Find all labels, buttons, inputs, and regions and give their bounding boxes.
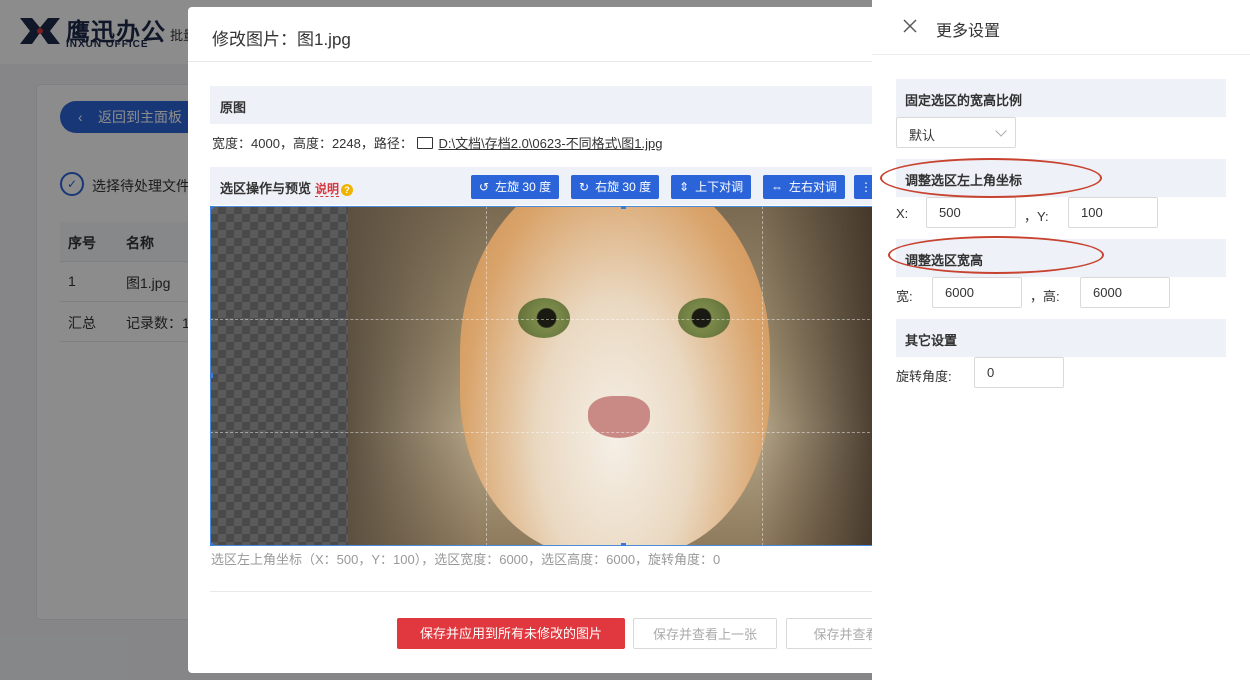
selection-width-input[interactable]: 6000 <box>932 277 1022 308</box>
width-label: 宽度： <box>212 136 252 151</box>
width-label: 宽: <box>896 289 913 304</box>
height-label: ，高度： <box>279 136 332 151</box>
flip-horizontal-button[interactable]: ⇔ 左右对调 <box>763 175 846 199</box>
selection-status: 选区左上角坐标（X：500，Y：100），选区宽度：6000，选区高度：6000… <box>211 552 721 567</box>
tool-label: 左旋 30 度 <box>495 180 552 194</box>
tool-label: 右旋 30 度 <box>595 180 652 194</box>
folder-icon[interactable] <box>416 137 433 149</box>
section-title: 其它设置 <box>905 333 958 348</box>
help-link[interactable]: 说明 <box>315 182 340 197</box>
height-label: ，高: <box>1030 289 1060 304</box>
resize-handle[interactable] <box>210 373 213 378</box>
divider <box>188 61 888 62</box>
preview-title: 选区操作与预览 <box>220 181 312 196</box>
rotation-label: 旋转角度: <box>896 369 952 384</box>
flip-vertical-button[interactable]: ⇕ 上下对调 <box>671 175 752 199</box>
edit-image-dialog: 修改图片：图1.jpg 原图 宽度：4000，高度：2248，路径： D:\文档… <box>188 7 888 673</box>
annotation-ellipse <box>880 158 1102 198</box>
other-section-header: 其它设置 <box>896 319 1226 357</box>
more-icon: ⋮ <box>860 180 872 194</box>
file-path-link[interactable]: D:\文档\存档2.0\0623-不同格式\图1.jpg <box>439 136 663 151</box>
select-value: 默认 <box>909 128 936 143</box>
tool-label: 上下对调 <box>695 180 744 194</box>
x-coordinate-input[interactable]: 500 <box>926 197 1016 228</box>
resize-handle[interactable] <box>621 543 626 546</box>
rotate-left-button[interactable]: ↺ 左旋 30 度 <box>471 175 560 199</box>
section-title: 选区操作与预览 说明? <box>220 178 354 197</box>
save-prev-button[interactable]: 保存并查看上一张 <box>633 618 777 649</box>
dialog-title: 修改图片：图1.jpg <box>212 30 351 49</box>
section-title: 原图 <box>220 100 247 115</box>
flip-horizontal-icon: ⇔ <box>771 180 783 194</box>
close-icon[interactable] <box>900 16 920 36</box>
resize-handle[interactable] <box>621 206 626 209</box>
aspect-ratio-select[interactable]: 默认 <box>896 117 1016 148</box>
resize-handle[interactable] <box>210 543 213 546</box>
original-section-header: 原图 <box>210 86 888 124</box>
annotation-ellipse <box>888 236 1104 274</box>
path-label: ，路径： <box>360 136 413 151</box>
crop-preview-canvas[interactable] <box>210 206 888 546</box>
flip-vertical-icon: ⇕ <box>679 180 690 194</box>
rotate-right-button[interactable]: ↻ 右旋 30 度 <box>571 175 660 199</box>
tool-label: 左右对调 <box>789 180 838 194</box>
selection-box[interactable] <box>210 206 888 546</box>
rotate-left-icon: ↺ <box>479 180 490 194</box>
divider <box>210 591 888 592</box>
save-apply-all-button[interactable]: 保存并应用到所有未修改的图片 <box>397 618 625 649</box>
x-label: X: <box>896 206 909 221</box>
drawer-title: 更多设置 <box>936 23 1001 40</box>
resize-handle[interactable] <box>210 206 213 209</box>
height-value: 2248 <box>331 136 361 151</box>
y-coordinate-input[interactable]: 100 <box>1068 197 1158 228</box>
y-label: ，Y: <box>1024 209 1049 224</box>
section-title: 固定选区的宽高比例 <box>905 93 1023 108</box>
divider <box>872 54 1250 55</box>
rotate-right-icon: ↻ <box>579 180 590 194</box>
selection-height-input[interactable]: 6000 <box>1080 277 1170 308</box>
chevron-down-icon <box>995 125 1007 137</box>
more-settings-drawer: 更多设置 固定选区的宽高比例 默认 调整选区左上角坐标 X: 500 ，Y: 1… <box>872 0 1250 680</box>
ratio-section-header: 固定选区的宽高比例 <box>896 79 1226 117</box>
rotation-angle-input[interactable]: 0 <box>974 357 1064 388</box>
image-info: 宽度：4000，高度：2248，路径： D:\文档\存档2.0\0623-不同格… <box>212 133 662 152</box>
help-icon[interactable]: ? <box>341 184 354 196</box>
width-value: 4000 <box>251 136 280 151</box>
